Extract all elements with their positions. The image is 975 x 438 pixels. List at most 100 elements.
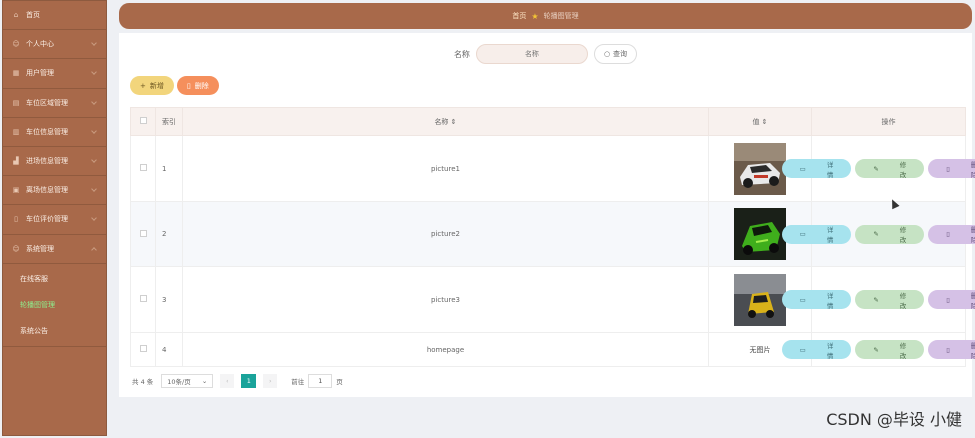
edit-button[interactable]: ✎ 修改 xyxy=(855,159,925,179)
col-header-ops: 操作 xyxy=(811,107,966,136)
search-button[interactable]: ○ 查询 xyxy=(593,44,638,64)
col-header-value-label: 值 xyxy=(752,117,760,126)
chart-icon: ▟ xyxy=(13,157,19,166)
detail-button-label: 详情 xyxy=(826,341,834,360)
edit-button[interactable]: ✎ 修改 xyxy=(855,340,925,360)
col-header-value[interactable]: 值 ⇕ xyxy=(708,107,812,136)
table-header-row: 索引 名称 ⇕ 值 ⇕ 操作 xyxy=(130,107,966,136)
row-name: homepage xyxy=(182,332,709,367)
sidebar-item-personal[interactable]: ☺ 个人中心 xyxy=(3,30,106,60)
pencil-icon: ✎ xyxy=(873,164,879,173)
row-checkbox[interactable] xyxy=(139,295,147,302)
detail-button[interactable]: ▭ 详情 xyxy=(781,159,852,179)
grid-icon: ▥ xyxy=(12,127,20,136)
prev-page-button[interactable]: ‹ xyxy=(220,374,235,388)
sidebar-subitem-notice[interactable]: 系统公告 xyxy=(3,318,106,344)
sidebar-item-exit[interactable]: ▣ 离场信息管理 xyxy=(3,176,106,206)
page-size-select[interactable]: 10条/页 ⌄ xyxy=(161,374,214,388)
sidebar-item-space-info[interactable]: ▥ 车位信息管理 xyxy=(3,118,106,147)
table-row: 2 picture2 ▭ 详情 ✎ 修改 ▯ 删除 xyxy=(130,201,975,267)
delete-row-button-label: 删除 xyxy=(970,160,975,179)
sort-icon: ⇕ xyxy=(450,117,457,126)
sidebar-item-users[interactable]: ▦ 用户管理 xyxy=(3,59,106,89)
trash-icon: ▯ xyxy=(946,230,950,238)
detail-icon: ▭ xyxy=(799,345,806,354)
breadcrumb-home[interactable]: 首页 xyxy=(512,11,526,21)
next-page-button[interactable]: › xyxy=(263,374,278,388)
grid-icon: ▣ xyxy=(12,186,20,195)
delete-row-button[interactable]: ▯ 删除 xyxy=(928,340,975,360)
detail-button[interactable]: ▭ 详情 xyxy=(781,290,852,310)
trash-icon: ▯ xyxy=(946,295,950,304)
star-icon: ★ xyxy=(531,11,539,21)
delete-button-label: 删除 xyxy=(194,81,209,90)
pencil-icon: ✎ xyxy=(873,295,879,304)
page-number-current[interactable]: 1 xyxy=(241,374,257,388)
car-image-yellow xyxy=(734,273,786,326)
content-card: 名称 ○ 查询 + 新增 ▯ 删除 索引 名称 ⇕ 值 ⇕ 操作 xyxy=(119,33,975,397)
sidebar: ⌂ 首页 ☺ 个人中心 ▦ 用户管理 ▤ 车位区域管理 ▥ 车位信息管理 ▟ 进… xyxy=(2,0,107,436)
home-icon: ⌂ xyxy=(13,11,19,20)
sidebar-item-review[interactable]: ▯ 车位评价管理 xyxy=(3,205,106,235)
sidebar-item-label: 车位评价管理 xyxy=(26,215,68,224)
col-header-name[interactable]: 名称 ⇕ xyxy=(182,107,709,136)
detail-button-label: 详情 xyxy=(826,291,834,310)
user-icon: ☺ xyxy=(12,244,20,253)
detail-button-label: 详情 xyxy=(826,160,834,179)
user-icon: ☺ xyxy=(12,40,20,49)
detail-icon: ▭ xyxy=(799,295,806,304)
delete-row-button[interactable]: ▯ 删除 xyxy=(928,224,975,244)
detail-icon: ▭ xyxy=(799,230,806,238)
select-all-checkbox[interactable] xyxy=(139,117,147,124)
row-name: picture2 xyxy=(182,201,709,267)
delete-button[interactable]: ▯ 删除 xyxy=(176,76,219,95)
edit-button-label: 修改 xyxy=(899,341,907,360)
sort-icon: ⇕ xyxy=(761,117,768,126)
sidebar-item-system[interactable]: ☺ 系统管理 xyxy=(3,235,106,264)
row-select-cell xyxy=(130,135,156,202)
detail-button[interactable]: ▭ 详情 xyxy=(781,340,852,360)
table-row: 1 picture1 ▭ 详情 ✎ 修改 ▯ 删除 xyxy=(130,135,975,202)
sidebar-item-label: 进场信息管理 xyxy=(26,157,68,166)
delete-row-button[interactable]: ▯ 删除 xyxy=(928,159,975,179)
edit-button[interactable]: ✎ 修改 xyxy=(855,290,925,310)
search-input[interactable] xyxy=(475,44,588,64)
search-bar: 名称 ○ 查询 xyxy=(119,43,972,65)
detail-button[interactable]: ▭ 详情 xyxy=(781,224,852,244)
row-name: picture1 xyxy=(182,135,709,202)
add-button[interactable]: + 新增 xyxy=(130,76,174,95)
goto-suffix: 页 xyxy=(336,378,343,386)
pagination: 共 4 条 10条/页 ⌄ ‹ 1 › 前往 页 xyxy=(132,374,343,388)
sidebar-subitem-carousel[interactable]: 轮播图管理 xyxy=(3,292,106,318)
row-actions: ▭ 详情 ✎ 修改 ▯ 删除 xyxy=(781,332,975,367)
pencil-icon: ✎ xyxy=(873,230,879,238)
chevron-up-icon xyxy=(91,246,97,253)
trash-icon: ▯ xyxy=(946,164,950,173)
sidebar-item-entry[interactable]: ▟ 进场信息管理 xyxy=(3,147,106,177)
grid-icon: ▦ xyxy=(12,69,20,78)
row-checkbox[interactable] xyxy=(139,345,147,352)
sidebar-item-label: 个人中心 xyxy=(26,40,54,49)
toolbar: + 新增 ▯ 删除 xyxy=(130,76,219,95)
table-row: 3 picture3 ▭ 详情 ✎ 修改 ▯ 删除 xyxy=(130,266,975,333)
delete-row-button[interactable]: ▯ 删除 xyxy=(928,290,975,310)
sidebar-subitem-chat[interactable]: 在线客服 xyxy=(3,266,106,292)
delete-row-button-label: 删除 xyxy=(970,226,975,244)
row-select-cell xyxy=(130,266,156,333)
row-actions: ▭ 详情 ✎ 修改 ▯ 删除 xyxy=(781,266,975,333)
row-name: picture3 xyxy=(182,266,709,333)
row-checkbox[interactable] xyxy=(139,229,147,237)
breadcrumb-current: 轮播图管理 xyxy=(543,12,579,20)
row-actions: ▭ 详情 ✎ 修改 ▯ 删除 xyxy=(781,201,975,267)
plus-icon: + xyxy=(140,81,146,90)
edit-button[interactable]: ✎ 修改 xyxy=(855,224,925,244)
goto-page-input[interactable] xyxy=(308,374,333,388)
search-icon: ○ xyxy=(603,50,611,58)
sidebar-item-label: 车位区域管理 xyxy=(26,98,68,107)
sidebar-item-home[interactable]: ⌂ 首页 xyxy=(3,1,106,31)
row-select-cell xyxy=(130,332,156,367)
select-all-cell xyxy=(130,107,156,136)
row-checkbox[interactable] xyxy=(139,164,147,171)
table-row: 4 homepage 无图片 ▭ 详情 ✎ 修改 ▯ 删除 xyxy=(130,332,975,367)
sidebar-item-area[interactable]: ▤ 车位区域管理 xyxy=(3,89,106,118)
